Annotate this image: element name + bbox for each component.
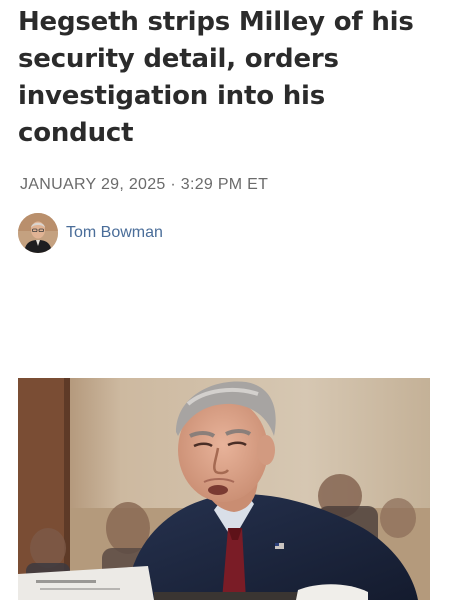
- author-byline: Tom Bowman: [18, 212, 163, 254]
- author-avatar-icon: [18, 213, 58, 253]
- photo-of-man-in-military-uniform-at-hearing-icon: [18, 378, 430, 600]
- author-avatar[interactable]: [18, 213, 58, 253]
- article-page: Hegseth strips Milley of his security de…: [0, 0, 450, 600]
- article-dateline: JANUARY 29, 2025 · 3:29 PM ET: [20, 176, 269, 193]
- article-headline: Hegseth strips Milley of his security de…: [18, 7, 414, 148]
- article-photo: [18, 378, 430, 600]
- author-name-link[interactable]: Tom Bowman: [66, 224, 163, 242]
